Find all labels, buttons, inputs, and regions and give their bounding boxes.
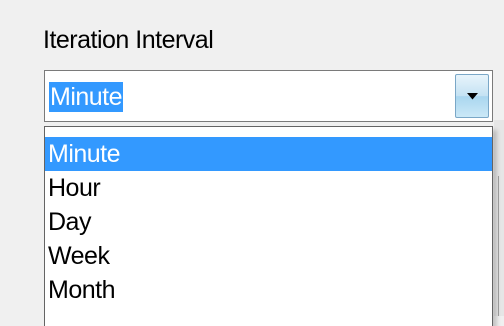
dropdown-option-day[interactable]: Day xyxy=(45,205,492,239)
dropdown-button[interactable] xyxy=(455,74,489,118)
chevron-down-icon xyxy=(467,93,478,100)
iteration-interval-combobox[interactable]: Minute xyxy=(44,70,493,122)
dropdown-option-week[interactable]: Week xyxy=(45,239,492,273)
iteration-interval-dropdown-list: Minute Hour Day Week Month xyxy=(44,126,493,326)
dropdown-option-minute[interactable]: Minute xyxy=(45,137,492,171)
dropdown-option-month[interactable]: Month xyxy=(45,273,492,307)
iteration-interval-label: Iteration Interval xyxy=(43,26,214,54)
window-edge xyxy=(494,120,504,316)
combobox-selected-text[interactable]: Minute xyxy=(49,82,124,112)
dropdown-option-hour[interactable]: Hour xyxy=(45,171,492,205)
divider xyxy=(498,176,499,316)
